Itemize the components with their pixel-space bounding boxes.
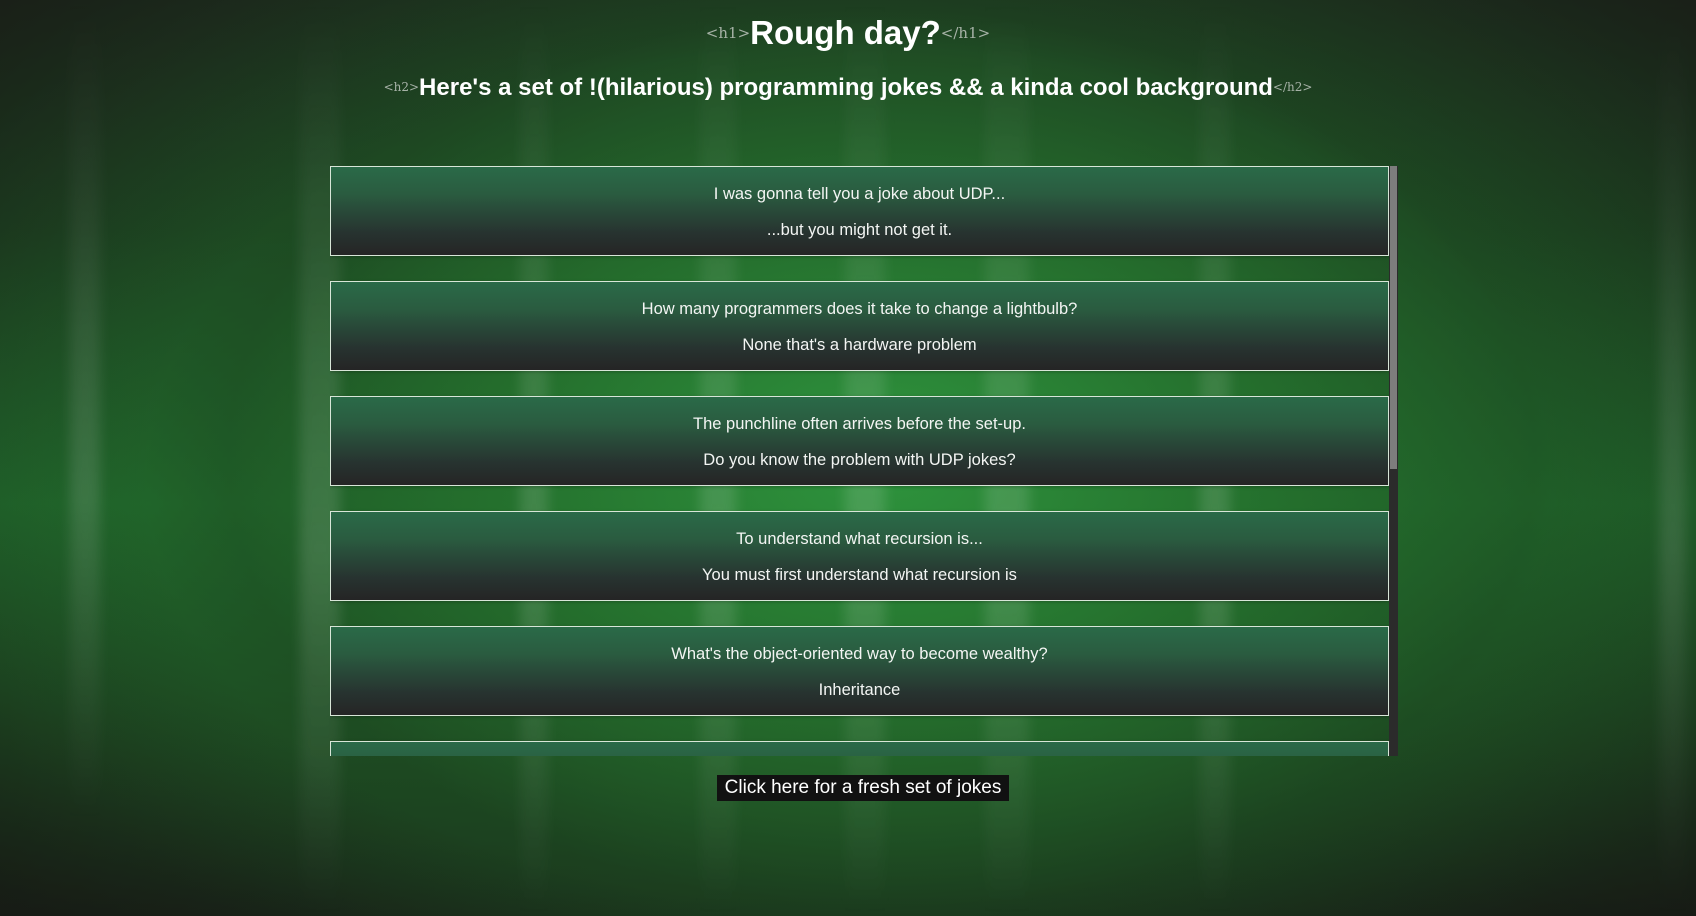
joke-card: How many programmers does it take to cha… <box>330 281 1389 371</box>
background-streak <box>70 0 100 820</box>
joke-setup: How many programmers does it take to cha… <box>641 300 1078 318</box>
joke-punchline: Do you know the problem with UDP jokes? <box>703 451 1016 469</box>
page-title-text: Rough day? <box>750 14 941 51</box>
joke-list-scrollbar[interactable] <box>1389 166 1398 756</box>
joke-setup: What's the object-oriented way to become… <box>671 645 1048 663</box>
joke-punchline: ...but you might not get it. <box>766 221 953 239</box>
joke-punchline: Inheritance <box>818 681 901 699</box>
joke-card: The punchline often arrives before the s… <box>330 396 1389 486</box>
scrollbar-thumb[interactable] <box>1390 166 1397 469</box>
joke-panel: I was gonna tell you a joke about UDP...… <box>330 166 1398 756</box>
h1-close-tag: </h1> <box>940 24 991 42</box>
joke-setup: To understand what recursion is... <box>736 530 983 548</box>
h1-open-tag: <h1> <box>705 24 751 42</box>
joke-card: What's the object-oriented way to become… <box>330 626 1389 716</box>
background-streak <box>1660 0 1686 916</box>
joke-card <box>330 741 1389 756</box>
joke-setup: The punchline often arrives before the s… <box>693 415 1026 433</box>
page-subtitle: <h2>Here's a set of !(hilarious) program… <box>0 74 1696 102</box>
page-title: <h1>Rough day?</h1> <box>0 14 1696 52</box>
joke-punchline: You must first understand what recursion… <box>702 566 1017 584</box>
joke-list[interactable]: I was gonna tell you a joke about UDP...… <box>330 166 1389 756</box>
fresh-jokes-button[interactable]: Click here for a fresh set of jokes <box>717 775 1009 801</box>
joke-card: To understand what recursion is... You m… <box>330 511 1389 601</box>
page-subtitle-text: Here's a set of !(hilarious) programming… <box>419 74 1273 101</box>
joke-punchline: None that's a hardware problem <box>742 336 977 354</box>
h2-open-tag: <h2> <box>383 80 420 94</box>
h2-close-tag: </h2> <box>1272 80 1313 94</box>
joke-setup: I was gonna tell you a joke about UDP... <box>713 185 1006 203</box>
joke-card: I was gonna tell you a joke about UDP...… <box>330 166 1389 256</box>
